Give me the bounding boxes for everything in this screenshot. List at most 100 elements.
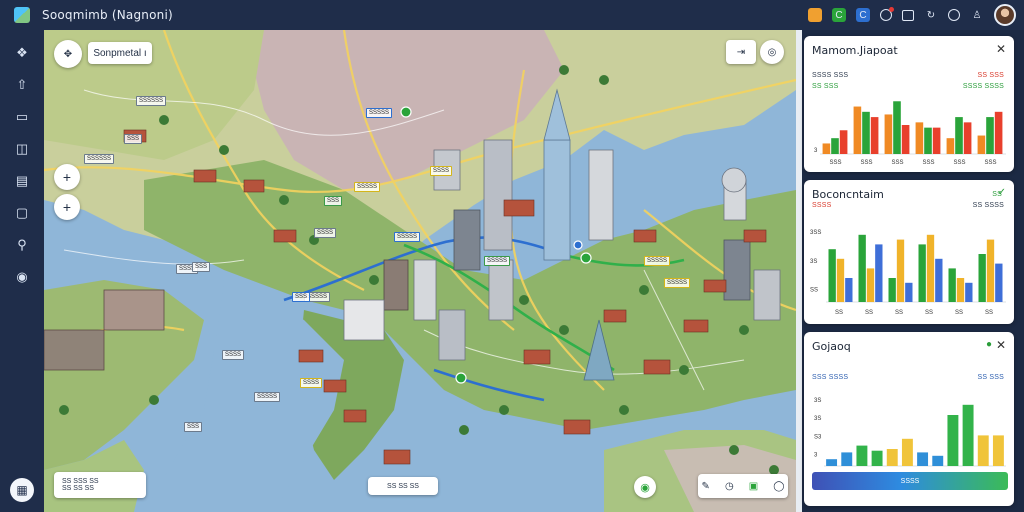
map-label[interactable]: SSS xyxy=(184,422,203,432)
chart-bar xyxy=(836,258,845,302)
chart-bar xyxy=(822,143,831,154)
map-label[interactable]: SSSSS xyxy=(664,278,691,288)
chart-bar xyxy=(955,117,963,154)
y-tick-label: 3S xyxy=(814,398,821,404)
time-icon[interactable]: ◷ xyxy=(725,481,734,492)
frame-icon[interactable]: ▤ xyxy=(13,172,31,190)
map-label[interactable]: SSSSS xyxy=(366,108,393,118)
map-label[interactable]: SSS xyxy=(192,262,211,272)
map-label[interactable]: SSS xyxy=(124,134,143,144)
globe-icon[interactable]: ◉ xyxy=(13,268,31,286)
map-label[interactable]: SSSS xyxy=(300,378,323,388)
map-search-chip[interactable]: Sonpmetal ı xyxy=(88,42,152,64)
x-tick-label: SSS xyxy=(892,160,904,166)
book-icon[interactable]: ◫ xyxy=(13,140,31,158)
y-tick-label: 3SS xyxy=(810,230,821,236)
map-label[interactable]: SSSS xyxy=(222,350,245,360)
map-label[interactable]: SSSSSS xyxy=(136,96,167,106)
avatar[interactable] xyxy=(994,4,1016,26)
notification-icon[interactable] xyxy=(880,7,894,21)
message-icon[interactable] xyxy=(902,9,914,21)
chart-bar xyxy=(932,455,944,466)
tag-icon[interactable]: ▣ xyxy=(749,481,758,492)
chart-bar xyxy=(875,244,883,302)
chart-bar xyxy=(886,449,898,466)
app-title: Sooqmimb (Nagnoni) xyxy=(42,8,173,22)
panel-concentration: Boconcntaim ✓ SSSS SS SS SSSS 3SS 3S SS SS S… xyxy=(804,180,1014,324)
zoom-out-button[interactable]: + xyxy=(54,194,80,220)
map-label[interactable]: SSSSSS xyxy=(84,154,115,164)
chart-bar xyxy=(915,122,924,154)
chart-bar xyxy=(947,415,959,466)
map-search-label: Sonpmetal ı xyxy=(93,47,147,59)
chart-bar xyxy=(995,263,1003,302)
y-tick-label: 3 xyxy=(814,148,818,154)
map-status-chip[interactable]: SS SS SS xyxy=(368,477,438,495)
chart-bar xyxy=(866,268,875,302)
route-icon[interactable]: ◉ xyxy=(634,476,656,498)
search-icon[interactable]: ⚲ xyxy=(13,236,31,254)
chart-bar xyxy=(862,111,870,154)
map-label[interactable]: SSS xyxy=(292,292,311,302)
chart-bar xyxy=(918,244,926,302)
map-label[interactable]: SSSS xyxy=(314,228,337,238)
chart-bar xyxy=(828,249,836,302)
x-tick-label: SSS xyxy=(954,160,966,166)
globe-icon[interactable] xyxy=(948,9,960,21)
chart-bar xyxy=(901,438,913,466)
chart-bar xyxy=(946,138,955,154)
chart-bar xyxy=(858,234,866,302)
panel-main-report: Mamom.Jiapoat ✕ SSSS SSS SS SSS SSSS SSS… xyxy=(804,36,1014,172)
green-app-icon[interactable]: C xyxy=(832,8,846,22)
locate-icon[interactable]: ◎ xyxy=(760,40,784,64)
pencil-icon[interactable]: ✎ xyxy=(702,481,710,492)
compass-icon[interactable]: ✥ xyxy=(54,40,82,68)
chart-bar xyxy=(978,254,986,302)
x-tick-label: SSS xyxy=(985,160,997,166)
network-icon[interactable]: ❖ xyxy=(13,44,31,62)
map-status-text: SS SS SS xyxy=(387,482,419,490)
comment-icon[interactable]: ◯ xyxy=(773,481,784,492)
left-rail: ❖ ⇧ ▭ ◫ ▤ ▢ ⚲ ◉ ▦ xyxy=(0,30,44,512)
map-legend[interactable]: SS SSS SS SS SS SS xyxy=(54,472,146,498)
map-label[interactable]: SSS xyxy=(324,196,343,206)
zoom-in-button[interactable]: + xyxy=(54,164,80,190)
map-label[interactable]: SSSSS xyxy=(254,392,281,402)
clipboard-icon[interactable]: ▢ xyxy=(13,204,31,222)
x-tick-label: SSS xyxy=(861,160,873,166)
chart-bar xyxy=(856,445,868,466)
refresh-icon[interactable]: ↻ xyxy=(924,8,938,22)
expand-button[interactable]: ⇥ xyxy=(726,40,756,64)
map-label[interactable]: SSSSS xyxy=(354,182,381,192)
panel-divider xyxy=(796,30,802,512)
chart-bar xyxy=(853,106,862,154)
y-tick-label: 3S xyxy=(814,416,821,422)
y-tick-label: 3 xyxy=(814,452,818,458)
app-logo-icon xyxy=(14,7,30,23)
chart-bar xyxy=(917,452,929,466)
chart-bar xyxy=(871,450,883,466)
chart-bar xyxy=(901,125,910,154)
upload-icon[interactable]: ⇧ xyxy=(13,76,31,94)
layers-icon[interactable]: ▦ xyxy=(10,478,34,502)
x-tick-label: SS xyxy=(985,310,993,316)
window-icon[interactable]: ▭ xyxy=(13,108,31,126)
color-palette-icon[interactable] xyxy=(808,8,822,22)
map-label[interactable]: SSSS xyxy=(430,166,453,176)
chart-bar xyxy=(926,234,935,302)
x-tick-label: SSS xyxy=(923,160,935,166)
summary-button[interactable]: SSSS xyxy=(812,472,1008,490)
map-view[interactable]: SSSSSS SSS SSSSS SSSSSS SSSS SSSSS SSS SSSS SSSS… xyxy=(44,30,796,512)
chart-bar xyxy=(870,117,879,154)
chart-bar xyxy=(888,278,896,302)
chart-bar xyxy=(977,135,986,154)
map-label[interactable]: SSSSS xyxy=(644,256,671,266)
legend-subtext: SS SS SS xyxy=(62,485,94,492)
x-tick-label: SS xyxy=(865,310,873,316)
y-tick-label: 3S xyxy=(810,259,817,265)
chart-bar xyxy=(986,239,995,302)
blue-app-icon[interactable]: C xyxy=(856,8,870,22)
map-label[interactable]: SSSSS xyxy=(394,232,421,242)
user-icon[interactable]: ♙ xyxy=(970,8,984,22)
map-label[interactable]: SSSSS xyxy=(484,256,511,266)
